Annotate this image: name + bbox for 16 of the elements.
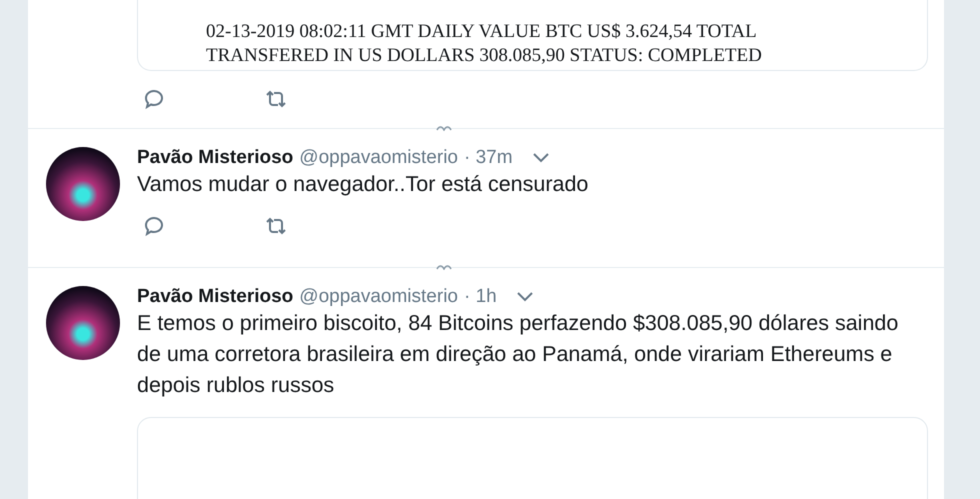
user-name[interactable]: Pavão Misterioso [137, 286, 294, 308]
tweet-text: E temos o primeiro biscoito, 84 Bitcoins perfazendo $308.085,90 dólares saindo de uma corretora brasileira em direção ao Panamá, onde virariam Ethereums e depois rublos russos [137, 310, 900, 399]
chevron-down-icon[interactable] [532, 153, 549, 163]
tweet-text: Vamos mudar o navegador..Tor está censurado [137, 171, 590, 198]
thread-mark-icon [436, 264, 452, 270]
user-handle[interactable]: @oppavaomisterio [299, 286, 458, 308]
card-text-line: 02-13-2019 08:02:11 GMT DAILY VALUE BTC US$ 3.624,54 TOTAL [206, 20, 758, 44]
user-handle[interactable]: @oppavaomisterio [299, 147, 458, 169]
thread-mark-icon [436, 125, 452, 131]
card-text-line: TRANSFERED IN US DOLLARS 308.085,90 STATUS: COMPLETED [206, 44, 763, 68]
chevron-down-icon[interactable] [516, 292, 533, 302]
reply-icon[interactable] [142, 87, 166, 111]
tweet-time[interactable]: · 1h [464, 286, 497, 308]
tweet-time[interactable]: · 37m [464, 147, 513, 169]
user-name[interactable]: Pavão Misterioso [137, 147, 294, 169]
reply-icon[interactable] [142, 214, 166, 238]
